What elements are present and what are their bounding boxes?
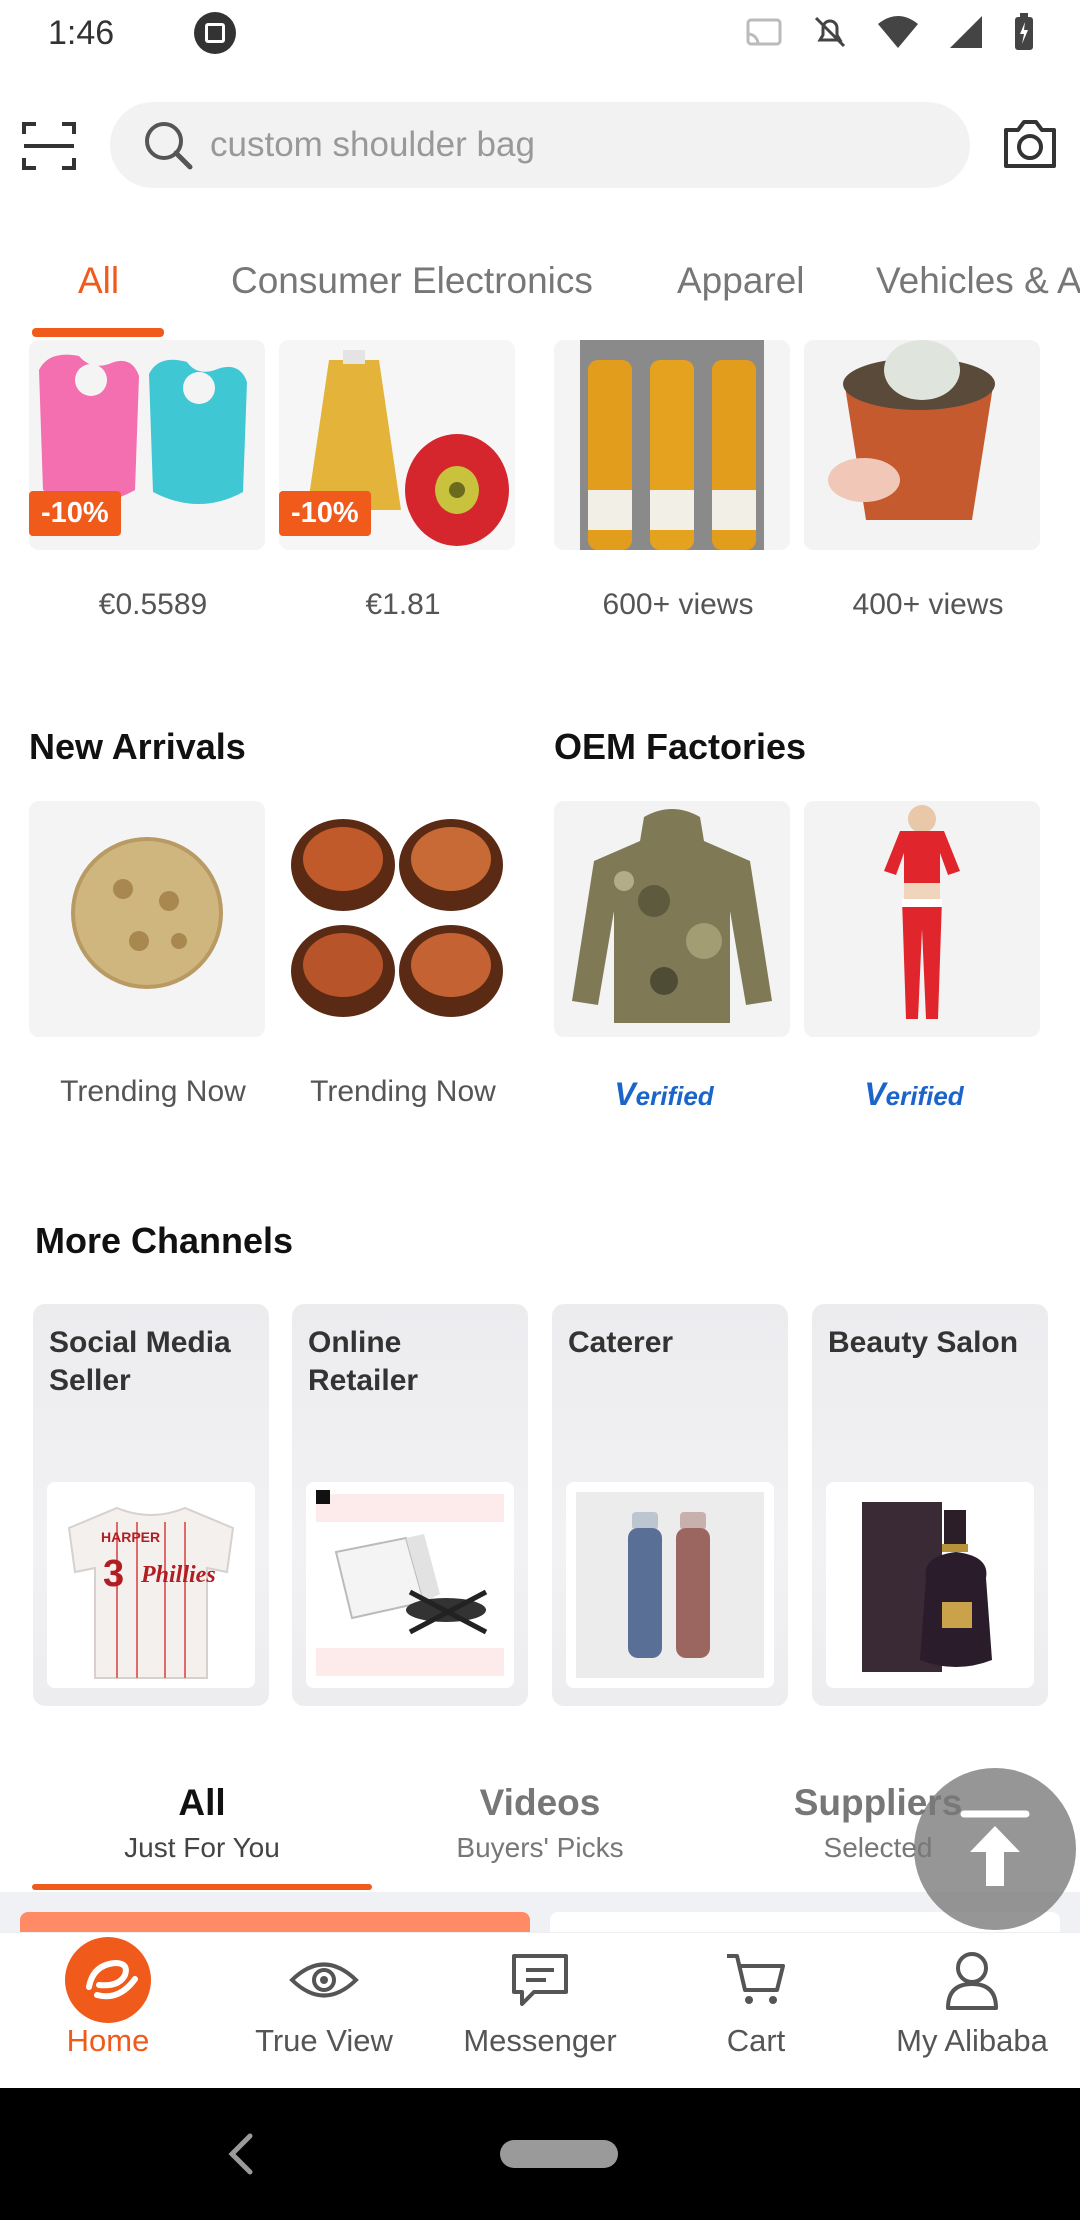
verified-badge: Verified — [546, 1076, 782, 1113]
discount-badge: -10% — [279, 491, 371, 536]
search-input[interactable] — [210, 125, 910, 165]
user-icon — [946, 1952, 998, 2010]
active-tab-indicator — [32, 328, 164, 337]
nav-my-alibaba[interactable]: My Alibaba — [864, 1943, 1080, 2059]
channel-image — [306, 1482, 514, 1688]
channel-online-retailer[interactable]: Online Retailer — [292, 1304, 528, 1706]
perfume-bottle-image — [826, 1482, 1034, 1688]
trending-caption: Trending Now — [60, 1075, 246, 1108]
screenshot-notification-icon — [194, 12, 237, 54]
tab-all[interactable]: All — [78, 260, 119, 302]
channel-title: Social Media Seller — [49, 1326, 231, 1397]
oem-item-jacket[interactable] — [554, 801, 790, 1037]
alibaba-logo-icon — [65, 1937, 151, 2023]
trending-caption: Trending Now — [310, 1075, 496, 1108]
drone-box-image — [306, 1482, 514, 1688]
battery-icon — [1015, 13, 1033, 50]
nav-label: Messenger — [463, 2023, 617, 2058]
jersey-team: Phillies — [140, 1562, 216, 1588]
feed-tab-indicator — [32, 1884, 372, 1890]
back-icon[interactable] — [226, 2130, 256, 2178]
oem-item-sportswear[interactable] — [804, 801, 1040, 1037]
nav-label: Home — [66, 2023, 150, 2058]
nav-label: True View — [255, 2023, 393, 2058]
scan-icon[interactable] — [22, 120, 76, 172]
nav-messenger[interactable]: Messenger — [432, 1943, 648, 2059]
search-bar[interactable] — [110, 102, 970, 188]
jersey-name: HARPER — [101, 1529, 160, 1545]
category-tabs: All Consumer Electronics Apparel Vehicle… — [0, 250, 1080, 340]
verified-badge: Verified — [796, 1076, 1032, 1113]
tab-vehicles[interactable]: Vehicles & A — [876, 260, 1080, 302]
status-icons — [744, 12, 1036, 52]
signal-icon — [950, 16, 982, 48]
channel-beauty-salon[interactable]: Beauty Salon — [812, 1304, 1048, 1706]
feed-tab-title: All — [178, 1782, 226, 1823]
verified-label: erified — [885, 1081, 964, 1111]
product-views: 400+ views — [852, 588, 1004, 621]
coconut-bowls-image — [279, 801, 515, 1037]
status-time: 1:46 — [48, 13, 115, 52]
nav-home[interactable]: Home — [0, 1937, 216, 2059]
oil-bottles-image — [554, 340, 790, 550]
search-icon — [145, 122, 193, 170]
nav-label: My Alibaba — [896, 2023, 1048, 2058]
new-arrival-item-nuts[interactable] — [29, 801, 265, 1037]
channel-caterer[interactable]: Caterer — [552, 1304, 788, 1706]
verified-label: erified — [635, 1081, 714, 1111]
home-pill-button[interactable] — [500, 2140, 618, 2168]
baseball-jersey-image: HARPER 3 Phillies — [47, 1482, 255, 1688]
cast-icon — [746, 18, 782, 46]
tab-consumer-electronics[interactable]: Consumer Electronics — [231, 260, 593, 302]
new-arrival-item-bowls[interactable] — [279, 801, 515, 1037]
feed-tab-subtitle: Buyers' Picks — [456, 1832, 624, 1863]
status-bar: 1:46 — [0, 0, 1080, 66]
channel-title: Online Retailer — [308, 1326, 419, 1397]
cactus-image — [804, 340, 1040, 550]
oem-factories-title[interactable]: OEM Factories — [554, 726, 806, 768]
camera-icon[interactable] — [1000, 116, 1060, 172]
product-card-bibs[interactable]: -10% — [29, 340, 265, 550]
new-arrivals-title[interactable]: New Arrivals — [29, 726, 246, 768]
camo-jacket-image — [554, 801, 790, 1037]
nav-label: Cart — [726, 2023, 786, 2058]
more-channels-title: More Channels — [35, 1220, 294, 1261]
channel-title: Caterer — [568, 1326, 674, 1359]
product-price: €0.5589 — [98, 588, 208, 621]
arrow-up-icon — [960, 1810, 1030, 1886]
cart-icon — [727, 1954, 785, 2004]
product-card-thread[interactable]: -10% — [279, 340, 515, 550]
feed-tab-subtitle: Just For You — [124, 1832, 280, 1863]
scroll-to-top-button[interactable] — [914, 1768, 1076, 1930]
feed-tab-videos[interactable]: Videos Buyers' Picks — [370, 1782, 710, 1864]
eye-icon — [289, 1962, 359, 1998]
jersey-number: 3 — [103, 1553, 124, 1595]
wifi-icon — [878, 16, 918, 48]
product-views: 600+ views — [602, 588, 754, 621]
tab-apparel[interactable]: Apparel — [677, 260, 805, 302]
verified-mark: V — [864, 1076, 886, 1112]
discount-badge: -10% — [29, 491, 121, 536]
red-sportswear-image — [804, 801, 1040, 1037]
product-price: €1.81 — [365, 588, 441, 621]
mute-icon — [814, 16, 846, 48]
message-icon — [512, 1954, 568, 2006]
nuts-image — [29, 801, 265, 1037]
search-header — [0, 98, 1080, 192]
channel-social-media-seller[interactable]: Social Media Seller HARPER 3 Phillies — [33, 1304, 269, 1706]
verified-mark: V — [614, 1076, 636, 1112]
product-card-bottles[interactable] — [554, 340, 790, 550]
bottom-nav: Home True View Messenger Cart My Alibaba — [0, 1932, 1080, 2088]
channel-image: HARPER 3 Phillies — [47, 1482, 255, 1688]
perfume-atomizers-image — [566, 1482, 774, 1688]
channel-image — [566, 1482, 774, 1688]
product-card-cactus[interactable] — [804, 340, 1040, 550]
nav-cart[interactable]: Cart — [648, 1943, 864, 2059]
feed-tab-title: Videos — [479, 1782, 601, 1823]
feed-tab-all[interactable]: All Just For You — [32, 1782, 372, 1864]
channel-image — [826, 1482, 1034, 1688]
nav-true-view[interactable]: True View — [216, 1943, 432, 2059]
system-nav-bar — [0, 2088, 1080, 2220]
channel-title: Beauty Salon — [828, 1326, 1019, 1359]
